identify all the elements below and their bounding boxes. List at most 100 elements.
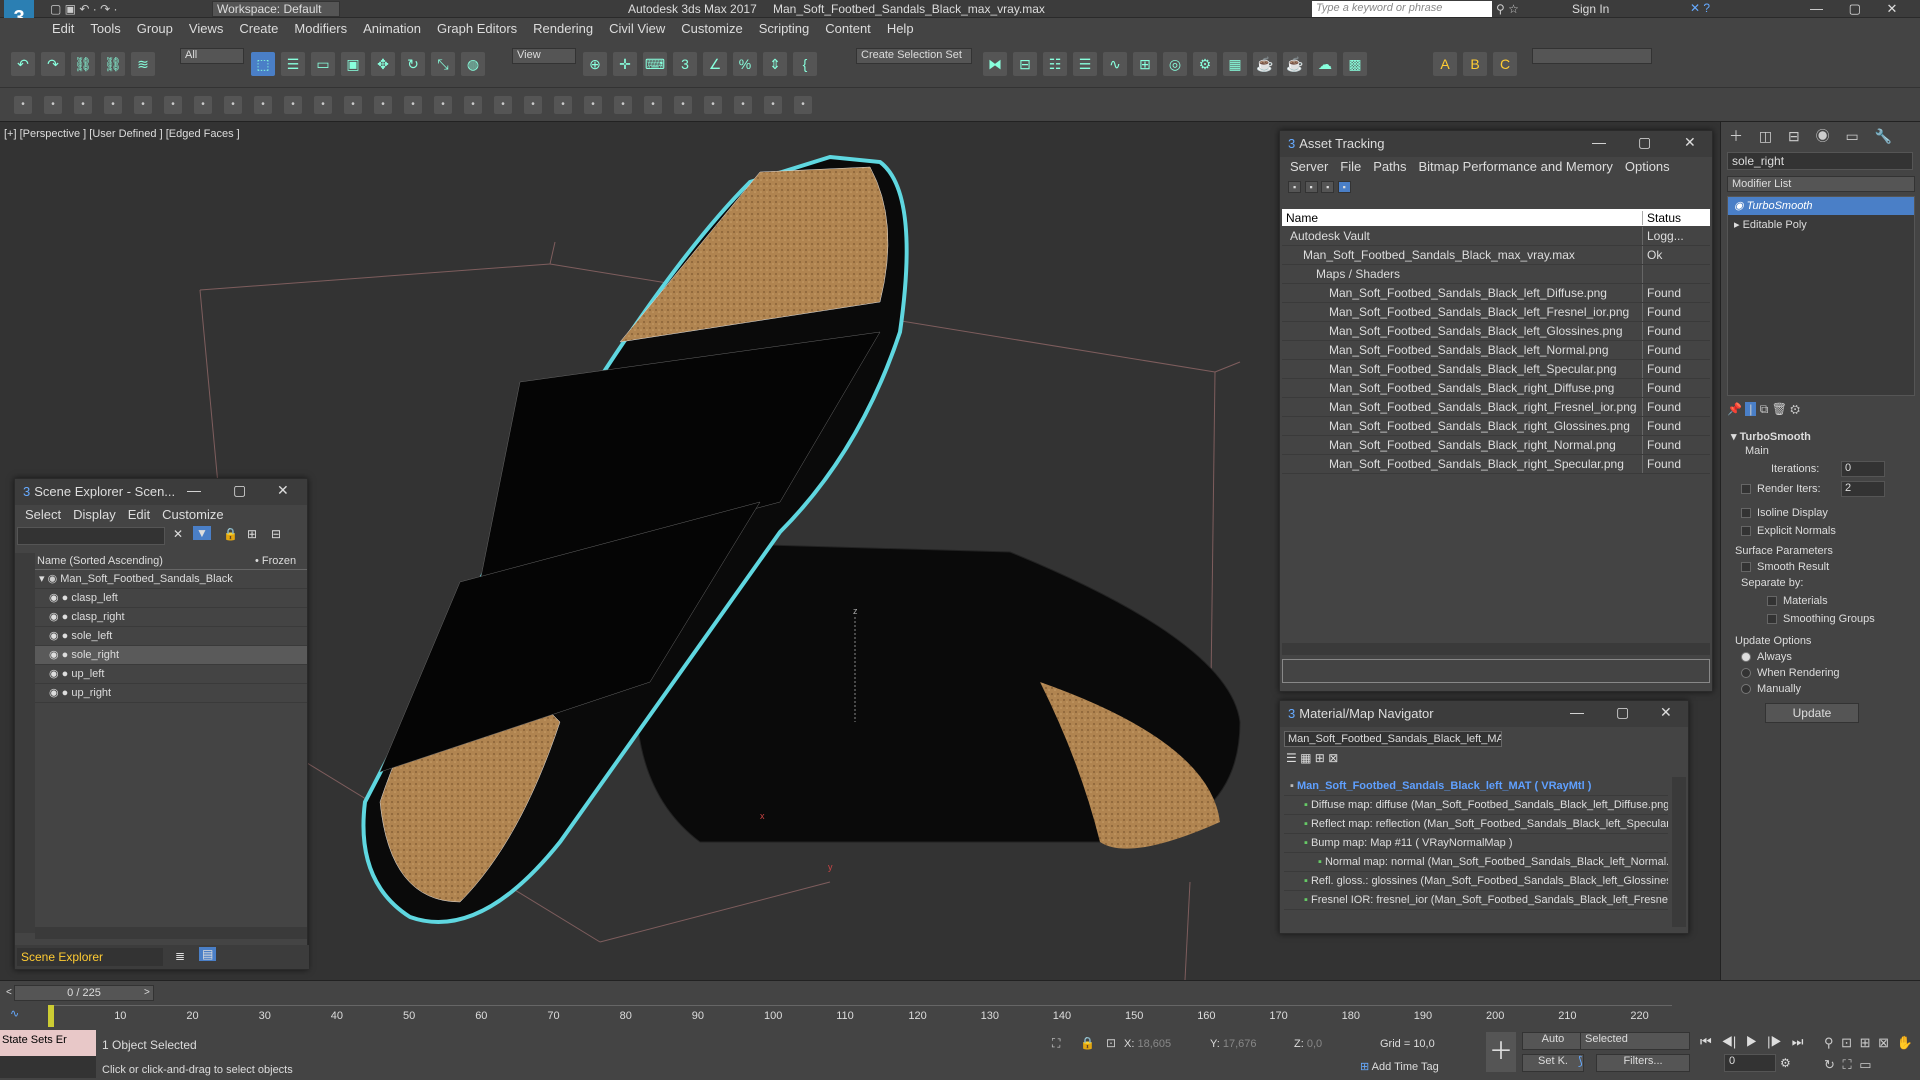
viewport-navigation[interactable]: ⚲ ⊡ ⊞ ⊠ ✋ ↻ ⛶ ▭ <box>1824 1032 1920 1076</box>
key-mode-dropdown[interactable]: Selected <box>1580 1032 1690 1050</box>
menu-animation[interactable]: Animation <box>355 18 429 39</box>
isolate-icon[interactable]: ⛶ <box>1052 1036 1060 1051</box>
asset-row[interactable]: Man_Soft_Footbed_Sandals_Black_left_Diff… <box>1282 284 1710 303</box>
scene-root-row[interactable]: ▾ ◉ Man_Soft_Footbed_Sandals_Black <box>35 570 307 589</box>
help-icon[interactable]: • <box>794 96 812 114</box>
render-iters-checkbox[interactable] <box>1741 484 1751 495</box>
modifier-list-dropdown[interactable]: Modifier List <box>1727 176 1915 192</box>
horizontal-scrollbar[interactable] <box>1282 643 1710 655</box>
material-name-field[interactable]: Man_Soft_Footbed_Sandals_Black_left_MAT … <box>1284 731 1502 747</box>
vray-a-icon[interactable]: A <box>1433 52 1457 76</box>
prev-frame-icon[interactable]: < <box>6 987 12 998</box>
curve-editor-mini-icon[interactable]: ∿ <box>10 1007 19 1020</box>
mirror-y-icon[interactable]: • <box>194 96 212 114</box>
render-setup-icon[interactable]: ⚙ <box>1193 52 1217 76</box>
percent-snap-icon[interactable]: % <box>733 52 757 76</box>
asset-row[interactable]: Man_Soft_Footbed_Sandals_Black_left_Fres… <box>1282 303 1710 322</box>
add-to-layer-icon[interactable]: • <box>134 96 152 114</box>
auto-key-button[interactable]: Auto <box>1522 1032 1584 1050</box>
render-iterative-icon[interactable]: ☕ <box>1283 52 1307 76</box>
redo-icon[interactable]: ↷ <box>41 52 65 76</box>
search-input[interactable]: Type a keyword or phrase <box>1312 1 1492 17</box>
asset-menu-paths[interactable]: Paths <box>1373 159 1406 174</box>
render-production-icon[interactable]: ☕ <box>1253 52 1277 76</box>
camera-icon[interactable]: • <box>464 96 482 114</box>
time-slider[interactable]: 0 / 225 <box>14 985 154 1001</box>
frame-buffer-icon[interactable]: • <box>704 96 722 114</box>
scale-icon[interactable]: ⤡ <box>431 52 455 76</box>
render-iters-spinner[interactable]: 2 <box>1841 481 1885 497</box>
configure-sets-icon[interactable]: ⚙ <box>1790 402 1800 416</box>
cylinder-icon[interactable]: • <box>314 96 332 114</box>
large-icons-icon[interactable]: ⊠ <box>1328 751 1338 765</box>
mirror-x-icon[interactable]: • <box>164 96 182 114</box>
filter-icon[interactable]: ▼ <box>193 526 211 540</box>
minimize-icon[interactable]: — <box>187 482 201 498</box>
iterations-spinner[interactable]: 0 <box>1841 461 1885 477</box>
menu-content[interactable]: Content <box>817 18 879 39</box>
close-icon[interactable]: ✕ <box>1684 134 1696 151</box>
helper-icon[interactable]: • <box>494 96 512 114</box>
clear-icon[interactable]: ✕ <box>173 527 183 541</box>
set-key-icon[interactable]: ＋ <box>1486 1032 1516 1072</box>
sign-in-link[interactable]: Sign In <box>1572 2 1609 16</box>
material-navigator-titlebar[interactable]: 3 Material/Map Navigator — ▢ ✕ <box>1280 701 1688 727</box>
vray-c-icon[interactable]: C <box>1493 52 1517 76</box>
refresh-icon[interactable]: ▪ <box>1304 181 1318 193</box>
time-config-icon[interactable]: ⚙ <box>1780 1056 1791 1070</box>
next-frame-icon[interactable]: > <box>144 987 150 998</box>
column-name[interactable]: Name (Sorted Ascending) <box>37 555 163 567</box>
rendered-frame-icon[interactable]: ▦ <box>1223 52 1247 76</box>
asset-row[interactable]: Man_Soft_Footbed_Sandals_Black_right_Nor… <box>1282 436 1710 455</box>
toggle-layer-icon[interactable]: • <box>74 96 92 114</box>
workspace-dropdown[interactable]: Workspace: Default <box>212 1 340 17</box>
asset-row[interactable]: Man_Soft_Footbed_Sandals_Black_right_Spe… <box>1282 455 1710 474</box>
scene-explorer-sidebar-icons[interactable] <box>15 553 35 933</box>
eye-icon[interactable]: ◉ <box>48 573 58 585</box>
small-icons-icon[interactable]: ⊞ <box>1315 751 1325 765</box>
remove-modifier-icon[interactable]: 🗑 <box>1772 402 1787 416</box>
reference-coord-dropdown[interactable]: View <box>512 48 576 64</box>
key-filters-button[interactable]: Filters... <box>1596 1054 1690 1072</box>
material-tree-item[interactable]: ▪ Normal map: normal (Man_Soft_Footbed_S… <box>1284 853 1668 872</box>
maxscript-listener[interactable]: State Sets Er <box>0 1030 96 1056</box>
ribbon-toggle-icon[interactable]: ☰ <box>1073 52 1097 76</box>
sun-icon[interactable]: • <box>404 96 422 114</box>
exchange-icon[interactable]: ✕ ? <box>1690 1 1710 15</box>
menu-rendering[interactable]: Rendering <box>525 18 601 39</box>
list-icon[interactable]: ☰ <box>1286 751 1297 765</box>
asset-row[interactable]: Man_Soft_Footbed_Sandals_Black_left_Glos… <box>1282 322 1710 341</box>
lock-icon[interactable]: 🔒 <box>223 527 238 541</box>
material-tree-item[interactable]: ▪ Fresnel IOR: fresnel_ior (Man_Soft_Foo… <box>1284 891 1668 910</box>
lock-selection-icon[interactable]: 🔒 <box>1080 1036 1095 1050</box>
material-tree-item[interactable]: ▪ Man_Soft_Footbed_Sandals_Black_left_MA… <box>1284 777 1668 796</box>
cone-icon[interactable]: • <box>374 96 392 114</box>
spacewarp-icon[interactable]: • <box>524 96 542 114</box>
mirror-icon[interactable]: ⧓ <box>983 52 1007 76</box>
sort-icon[interactable]: ▤ <box>199 947 217 961</box>
curve-editor-icon[interactable]: ∿ <box>1103 52 1127 76</box>
when-rendering-radio[interactable] <box>1741 668 1751 679</box>
manually-radio[interactable] <box>1741 684 1751 695</box>
set-key-button[interactable]: Set K. <box>1522 1054 1584 1072</box>
asset-row[interactable]: Man_Soft_Footbed_Sandals_Black_left_Spec… <box>1282 360 1710 379</box>
minimize-icon[interactable]: — <box>1592 134 1606 150</box>
update-button[interactable]: Update <box>1765 703 1859 723</box>
tree-view-icon[interactable]: ▪ <box>1337 181 1351 193</box>
scene-item-sole-left[interactable]: ◉ ● sole_left <box>35 627 307 646</box>
scene-item-clasp-right[interactable]: ◉ ● clasp_right <box>35 608 307 627</box>
select-by-name-icon[interactable]: ☰ <box>281 52 305 76</box>
hierarchy-icon[interactable]: ⊞ <box>247 527 257 541</box>
scene-explorer-titlebar[interactable]: 3 Scene Explorer - Scen... — ▢ ✕ <box>15 479 307 505</box>
always-radio[interactable] <box>1741 652 1751 663</box>
asset-row[interactable]: Man_Soft_Footbed_Sandals_Black_right_Dif… <box>1282 379 1710 398</box>
track-bar[interactable]: 10 20 30 40 50 60 70 80 90 100 110 120 130 140 150 160 1… <box>48 1005 1672 1027</box>
menu-civil-view[interactable]: Civil View <box>601 18 673 39</box>
render-icon[interactable]: • <box>674 96 692 114</box>
material-tree-item[interactable]: ▪ Reflect map: reflection (Man_Soft_Foot… <box>1284 815 1668 834</box>
asset-menu-file[interactable]: File <box>1340 159 1361 174</box>
quick-access-icons[interactable]: ▢ ▣ ↶ · ↷ · <box>50 2 117 16</box>
keyboard-shortcut-icon[interactable]: ⌨ <box>643 52 667 76</box>
a360-gallery-icon[interactable]: ▩ <box>1343 52 1367 76</box>
find-field[interactable] <box>17 527 165 545</box>
